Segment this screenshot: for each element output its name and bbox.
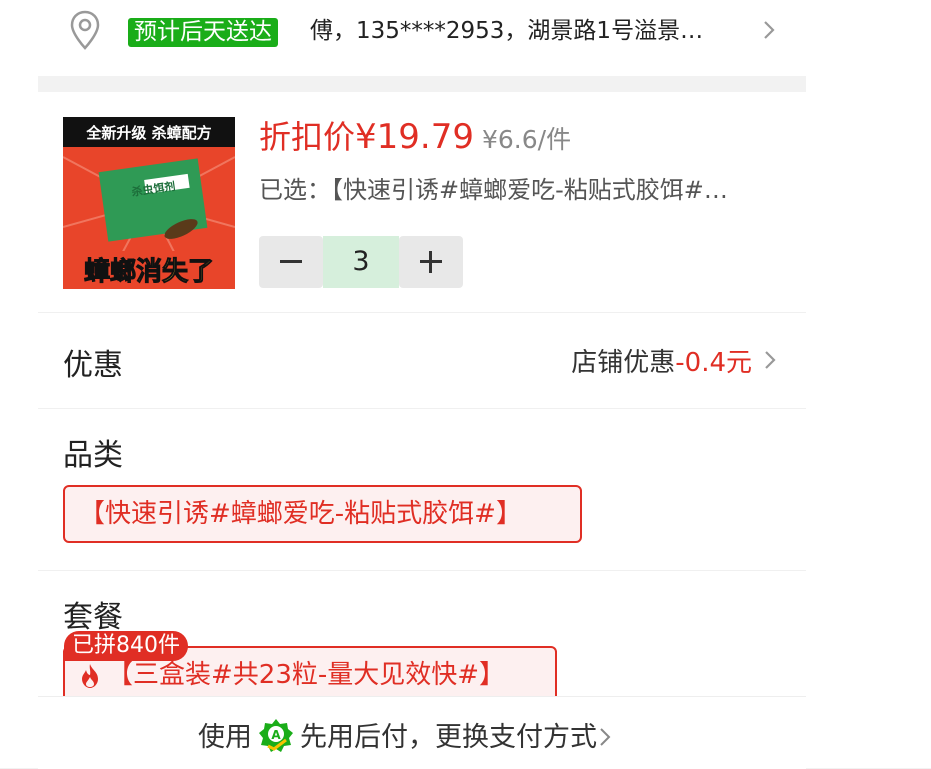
order-options-card: 全新升级 杀蟑配方 杀虫饵剂 蟑螂消失了 折扣价¥19.79 ¥6.6/件 已选：… [38, 92, 806, 769]
divider [38, 312, 806, 313]
fire-icon [82, 663, 98, 688]
selected-variant-text: 已选：【快速引诱#蟑螂爱吃-粘贴式胶饵#… [259, 176, 728, 204]
price-label: 折扣价 [259, 118, 356, 156]
chevron-right-icon [600, 727, 611, 746]
category-title: 品类 [63, 438, 123, 473]
location-pin-icon [70, 10, 100, 50]
image-caption-top: 全新升级 杀蟑配方 [85, 124, 211, 142]
price-line: 折扣价¥19.79 ¥6.6/件 [259, 112, 571, 162]
payment-method-text: 先用后付，更换支付方式 [300, 722, 597, 753]
delivery-eta-badge: 预计后天送达 [128, 18, 278, 47]
discount-title: 优惠 [63, 348, 123, 383]
divider [38, 570, 806, 571]
discount-row[interactable]: 店铺优惠-0.4元 [571, 342, 752, 379]
plus-icon-vertical [429, 251, 432, 273]
category-option-chip[interactable]: 【快速引诱#蟑螂爱吃-粘贴式胶饵#】 [63, 485, 582, 543]
quantity-value[interactable]: 3 [323, 236, 399, 288]
package-option-label: 【三盒装#共23粒-量大见效快#】 [107, 660, 506, 690]
svg-text:A: A [271, 728, 281, 742]
minus-icon [280, 260, 302, 263]
payment-method-row[interactable]: 使用 A 先用后付，更换支付方式 [198, 715, 611, 757]
unit-price: ¥6.6/件 [481, 125, 572, 154]
discount-amount: -0.4元 [675, 348, 752, 378]
payment-method-bar[interactable]: 使用 A 先用后付，更换支付方式 [38, 696, 806, 769]
pay-later-badge-icon: A [259, 718, 293, 752]
package-title: 套餐 [63, 600, 123, 635]
image-caption-bottom: 蟑螂消失了 [84, 256, 214, 287]
product-image[interactable]: 全新升级 杀蟑配方 杀虫饵剂 蟑螂消失了 [63, 117, 235, 289]
chevron-right-icon [764, 21, 775, 39]
increase-button[interactable] [399, 236, 463, 288]
chevron-right-icon [765, 351, 776, 369]
sold-count-badge: 已拼840件 [64, 631, 188, 661]
decrease-button[interactable] [259, 236, 323, 288]
address-card[interactable]: 预计后天送达 傅，135****2953，湖景路1号溢景… [38, 0, 806, 76]
address-text: 傅，135****2953，湖景路1号溢景… [310, 18, 704, 44]
discount-label: 店铺优惠 [571, 348, 676, 378]
right-margin [806, 0, 931, 768]
quantity-stepper: 3 [259, 236, 464, 288]
payment-prefix: 使用 [198, 722, 252, 753]
price-value: ¥19.79 [355, 117, 474, 157]
divider [38, 408, 806, 409]
left-margin [0, 0, 38, 768]
